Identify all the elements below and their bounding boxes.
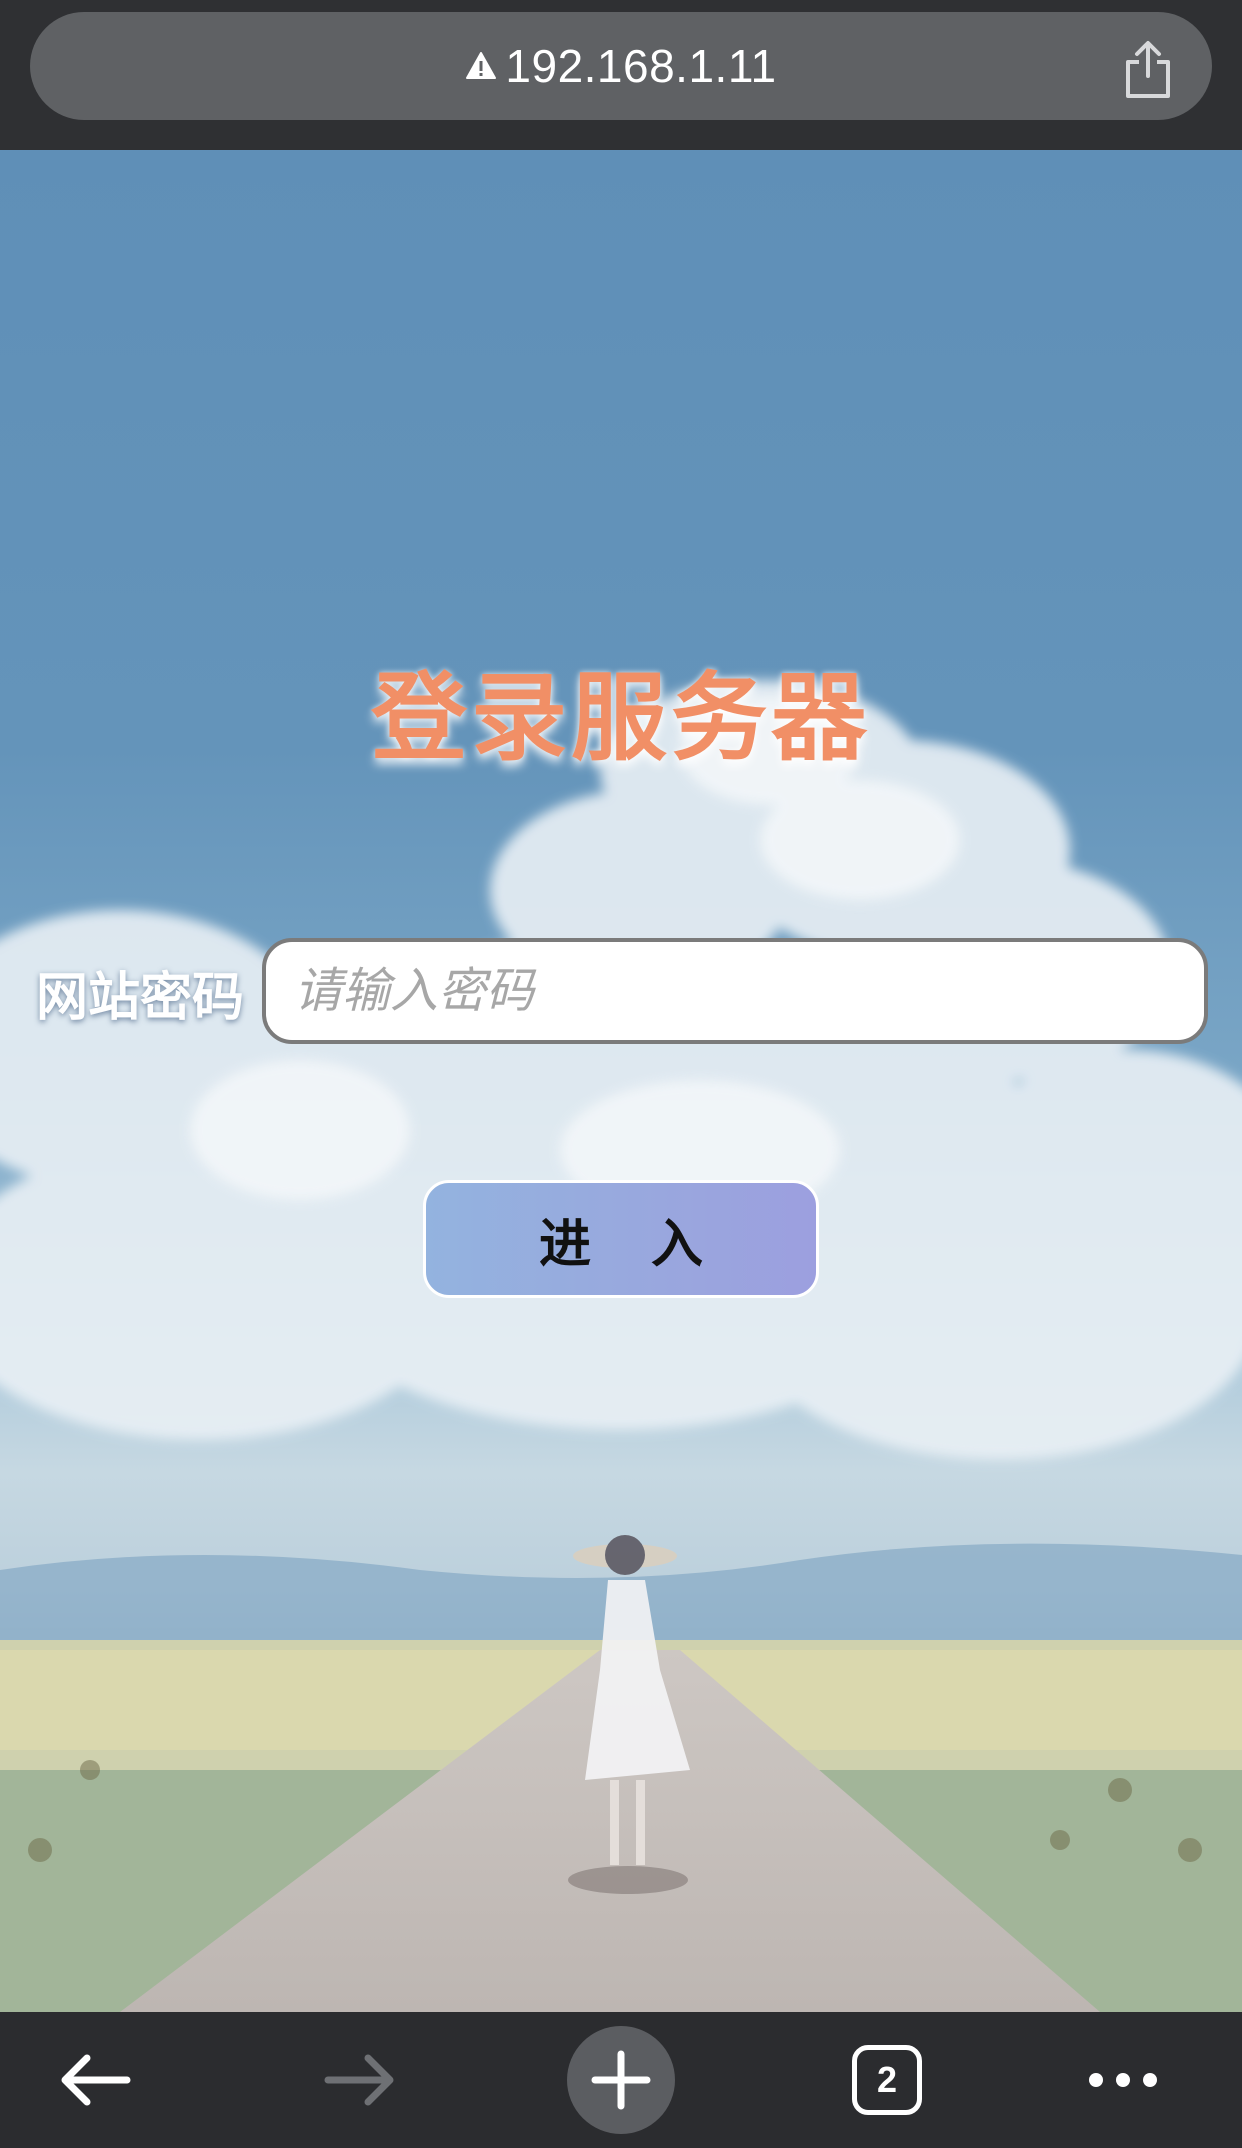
password-input[interactable] xyxy=(262,938,1208,1044)
arrow-left-icon xyxy=(61,2054,131,2106)
page-title: 登录服务器 xyxy=(371,662,871,774)
new-tab-button[interactable] xyxy=(566,2012,676,2148)
enter-button[interactable]: 进入 xyxy=(423,1180,819,1298)
arrow-right-icon xyxy=(324,2054,394,2106)
forward-button[interactable] xyxy=(305,2012,415,2148)
share-icon[interactable] xyxy=(1122,40,1174,100)
password-label: 网站密码 xyxy=(36,968,245,1028)
plus-icon xyxy=(591,2050,651,2110)
ellipsis-icon xyxy=(1089,2073,1157,2087)
new-tab-circle xyxy=(567,2026,675,2134)
tabs-button[interactable]: 2 xyxy=(832,2012,942,2148)
tab-count: 2 xyxy=(852,2045,922,2115)
warning-triangle-icon xyxy=(466,52,497,79)
back-button[interactable] xyxy=(40,2012,150,2148)
browser-bottom-toolbar: 2 xyxy=(0,2012,1242,2148)
web-page: 登录服务器 网站密码 进入 xyxy=(0,150,1242,2012)
address-bar[interactable]: 192.168.1.11 xyxy=(30,12,1212,120)
address-content: 192.168.1.11 xyxy=(30,12,1212,120)
browser-top-bar: 192.168.1.11 xyxy=(0,0,1242,150)
more-button[interactable] xyxy=(1068,2012,1178,2148)
url-text: 192.168.1.11 xyxy=(505,40,777,92)
background-illustration xyxy=(0,680,1242,2012)
